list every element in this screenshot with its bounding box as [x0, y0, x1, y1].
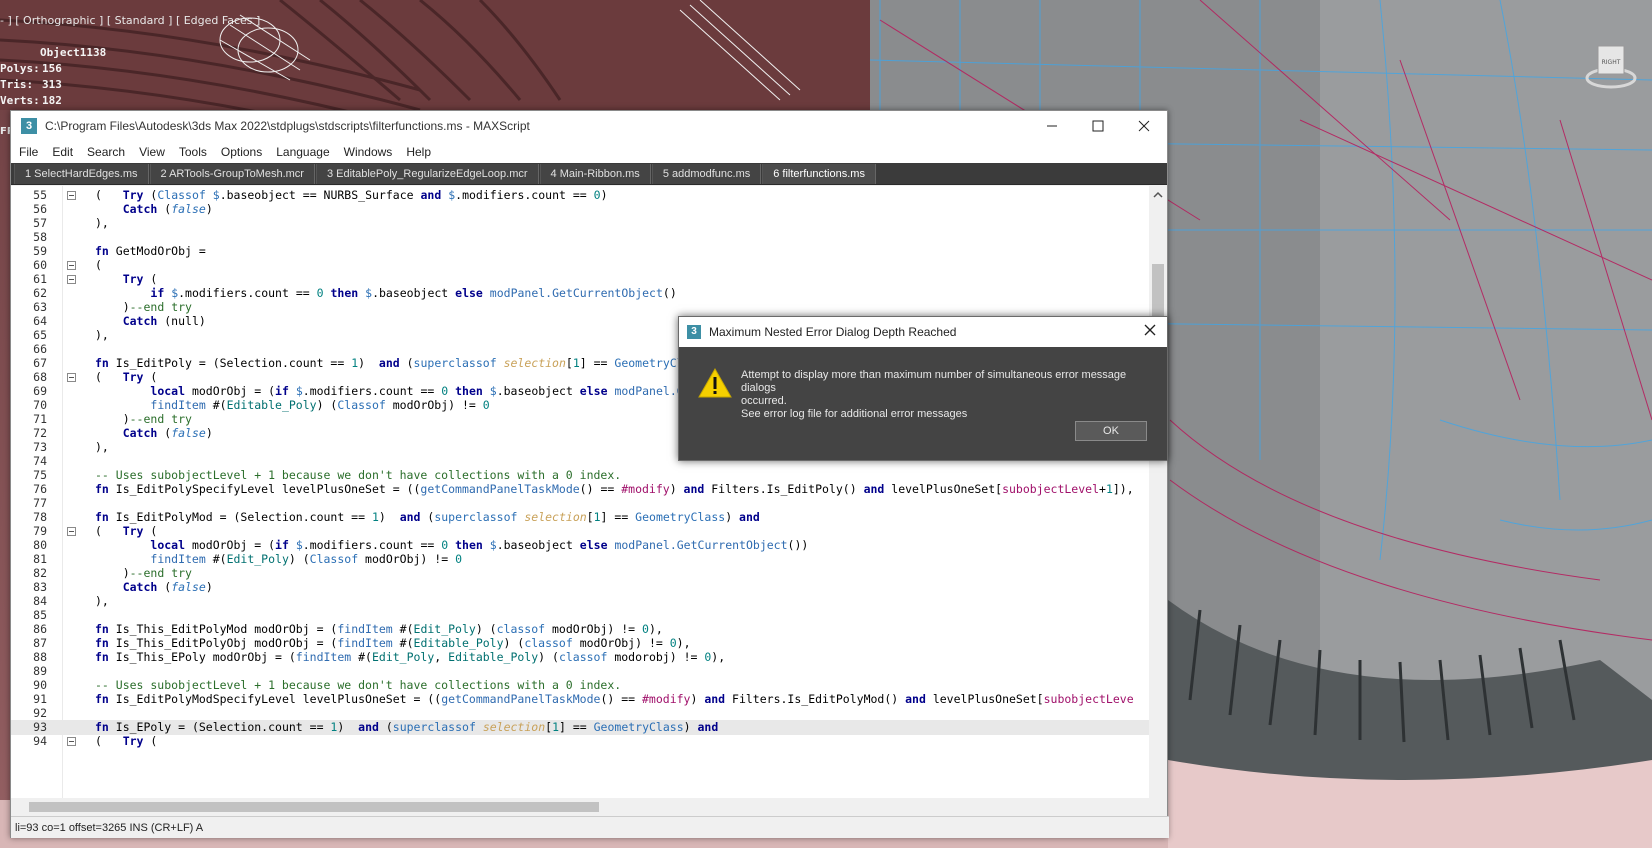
code-line: 82 )--end try — [33, 566, 192, 580]
code-line: 79( Try ( — [33, 524, 158, 538]
code-line: 56 Catch (false) — [33, 202, 213, 216]
editor-title: C:\Program Files\Autodesk\3ds Max 2022\s… — [45, 119, 530, 133]
code-line: 63 )--end try — [33, 300, 192, 314]
code-line: 76 fn Is_EditPolySpecifyLevel levelPlusOn… — [33, 482, 1134, 496]
code-line: 85 — [33, 608, 47, 622]
close-icon — [1138, 120, 1150, 132]
code-line: 59 fn GetModOrObj = — [33, 244, 206, 258]
fold-toggle[interactable] — [67, 373, 76, 382]
vertical-scrollbar[interactable] — [1149, 186, 1167, 798]
menu-tools[interactable]: Tools — [179, 145, 207, 159]
code-line: 77 — [33, 496, 47, 510]
code-line: 88 fn Is_This_EPoly modOrObj = (findItem … — [33, 650, 726, 664]
code-line: 83 Catch (false) — [33, 580, 213, 594]
viewcube[interactable]: RIGHT — [1584, 38, 1638, 92]
code-line-current: 93 fn Is_EPoly = (Selection.count == 1) a… — [11, 720, 1151, 735]
code-line: 78 fn Is_EditPolyMod = (Selection.count =… — [33, 510, 760, 524]
maximize-button[interactable] — [1075, 111, 1121, 141]
menu-bar: File Edit Search View Tools Options Lang… — [11, 141, 1167, 163]
code-line: 94( Try ( — [33, 734, 158, 748]
menu-search[interactable]: Search — [87, 145, 125, 159]
code-line: 87 fn Is_This_EditPolyObj modOrObj = (fin… — [33, 636, 691, 650]
tab-filterfunctions[interactable]: 6 filterfunctions.ms — [762, 164, 876, 184]
tab-addmodfunc[interactable]: 5 addmodfunc.ms — [651, 164, 762, 184]
viewcube-label: RIGHT — [1602, 59, 1621, 66]
stat-tris: Tris: 313 — [0, 78, 62, 91]
menu-options[interactable]: Options — [221, 145, 262, 159]
dialog-titlebar[interactable]: 3 Maximum Nested Error Dialog Depth Reac… — [679, 317, 1167, 347]
code-editor[interactable]: 55( Try (Classof $.baseobject == NURBS_S… — [11, 186, 1151, 798]
close-icon — [1144, 324, 1156, 336]
menu-file[interactable]: File — [19, 145, 38, 159]
horizontal-scrollbar[interactable] — [11, 798, 1151, 816]
code-line: 81 findItem #(Edit_Poly) (Classof modOrO… — [33, 552, 462, 566]
dialog-message: Attempt to display more than maximum num… — [741, 369, 1127, 420]
code-line: 86 fn Is_This_EditPolyMod modOrObj = (fin… — [33, 622, 663, 636]
code-line: 75 -- Uses subobjectLevel + 1 because we … — [33, 468, 622, 482]
warning-icon — [698, 367, 732, 398]
viewport-label[interactable]: - ] [ Orthographic ] [ Standard ] [ Edge… — [0, 14, 260, 27]
fold-toggle[interactable] — [67, 275, 76, 284]
code-line: 84), — [33, 594, 109, 608]
close-button[interactable] — [1121, 111, 1167, 141]
code-line: 55( Try (Classof $.baseobject == NURBS_S… — [33, 188, 608, 202]
code-line: 80 local modOrObj = (if $.modifiers.coun… — [33, 538, 809, 552]
horizontal-scroll-thumb[interactable] — [29, 802, 599, 812]
menu-windows[interactable]: Windows — [344, 145, 393, 159]
editor-titlebar[interactable]: 3 C:\Program Files\Autodesk\3ds Max 2022… — [11, 111, 1167, 141]
code-line: 91 fn Is_EditPolyModSpecifyLevel levelPlu… — [33, 692, 1134, 706]
code-line: 58 — [33, 230, 47, 244]
code-line: 62 if $.modifiers.count == 0 then $.base… — [33, 286, 677, 300]
tab-editablepoly-regularize[interactable]: 3 EditablePoly_RegularizeEdgeLoop.mcr — [315, 164, 539, 184]
stat-verts: Verts: 182 — [0, 94, 62, 107]
code-line: 90 -- Uses subobjectLevel + 1 because we … — [33, 678, 622, 692]
maximize-icon — [1092, 120, 1104, 132]
code-line: 61 Try ( — [33, 272, 158, 286]
menu-view[interactable]: View — [139, 145, 165, 159]
menu-language[interactable]: Language — [276, 145, 329, 159]
editor-status-bar: li=93 co=1 offset=3265 INS (CR+LF) A — [11, 816, 1169, 838]
fold-toggle[interactable] — [67, 527, 76, 536]
dialog-close-button[interactable] — [1141, 323, 1159, 341]
code-line: 57), — [33, 216, 109, 230]
dialog-app-icon: 3 — [687, 325, 701, 339]
tab-artools-grouptomesh[interactable]: 2 ARTools-GroupToMesh.mcr — [149, 164, 315, 184]
dialog-title: Maximum Nested Error Dialog Depth Reache… — [709, 325, 957, 339]
tab-main-ribbon[interactable]: 4 Main-Ribbon.ms — [539, 164, 651, 184]
code-line: 60( — [33, 258, 102, 272]
menu-edit[interactable]: Edit — [52, 145, 73, 159]
object-name: Object1138 — [40, 46, 107, 59]
file-tabs: 1 SelectHardEdges.ms 2 ARTools-GroupToMe… — [11, 163, 1167, 185]
viewport-statistics: Object1138 Polys: 156 Tris: 313 Verts: 182 — [0, 45, 106, 109]
error-dialog[interactable]: 3 Maximum Nested Error Dialog Depth Reac… — [678, 316, 1168, 461]
fold-toggle[interactable] — [67, 737, 76, 746]
minimize-button[interactable] — [1029, 111, 1075, 141]
viewcube-icon: RIGHT — [1585, 45, 1637, 89]
fold-toggle[interactable] — [67, 191, 76, 200]
tab-selecthardedges[interactable]: 1 SelectHardEdges.ms — [14, 164, 149, 184]
scroll-up-icon[interactable] — [1149, 186, 1167, 204]
fold-toggle[interactable] — [67, 261, 76, 270]
maxscript-editor-window[interactable]: 3 C:\Program Files\Autodesk\3ds Max 2022… — [10, 110, 1169, 838]
code-line: 89 — [33, 664, 47, 678]
ok-button[interactable]: OK — [1075, 421, 1147, 441]
stat-polys: Polys: 156 — [0, 62, 62, 75]
code-line: 92 — [33, 706, 47, 720]
menu-help[interactable]: Help — [406, 145, 431, 159]
minimize-icon — [1047, 125, 1057, 127]
app-icon: 3 — [21, 118, 37, 134]
